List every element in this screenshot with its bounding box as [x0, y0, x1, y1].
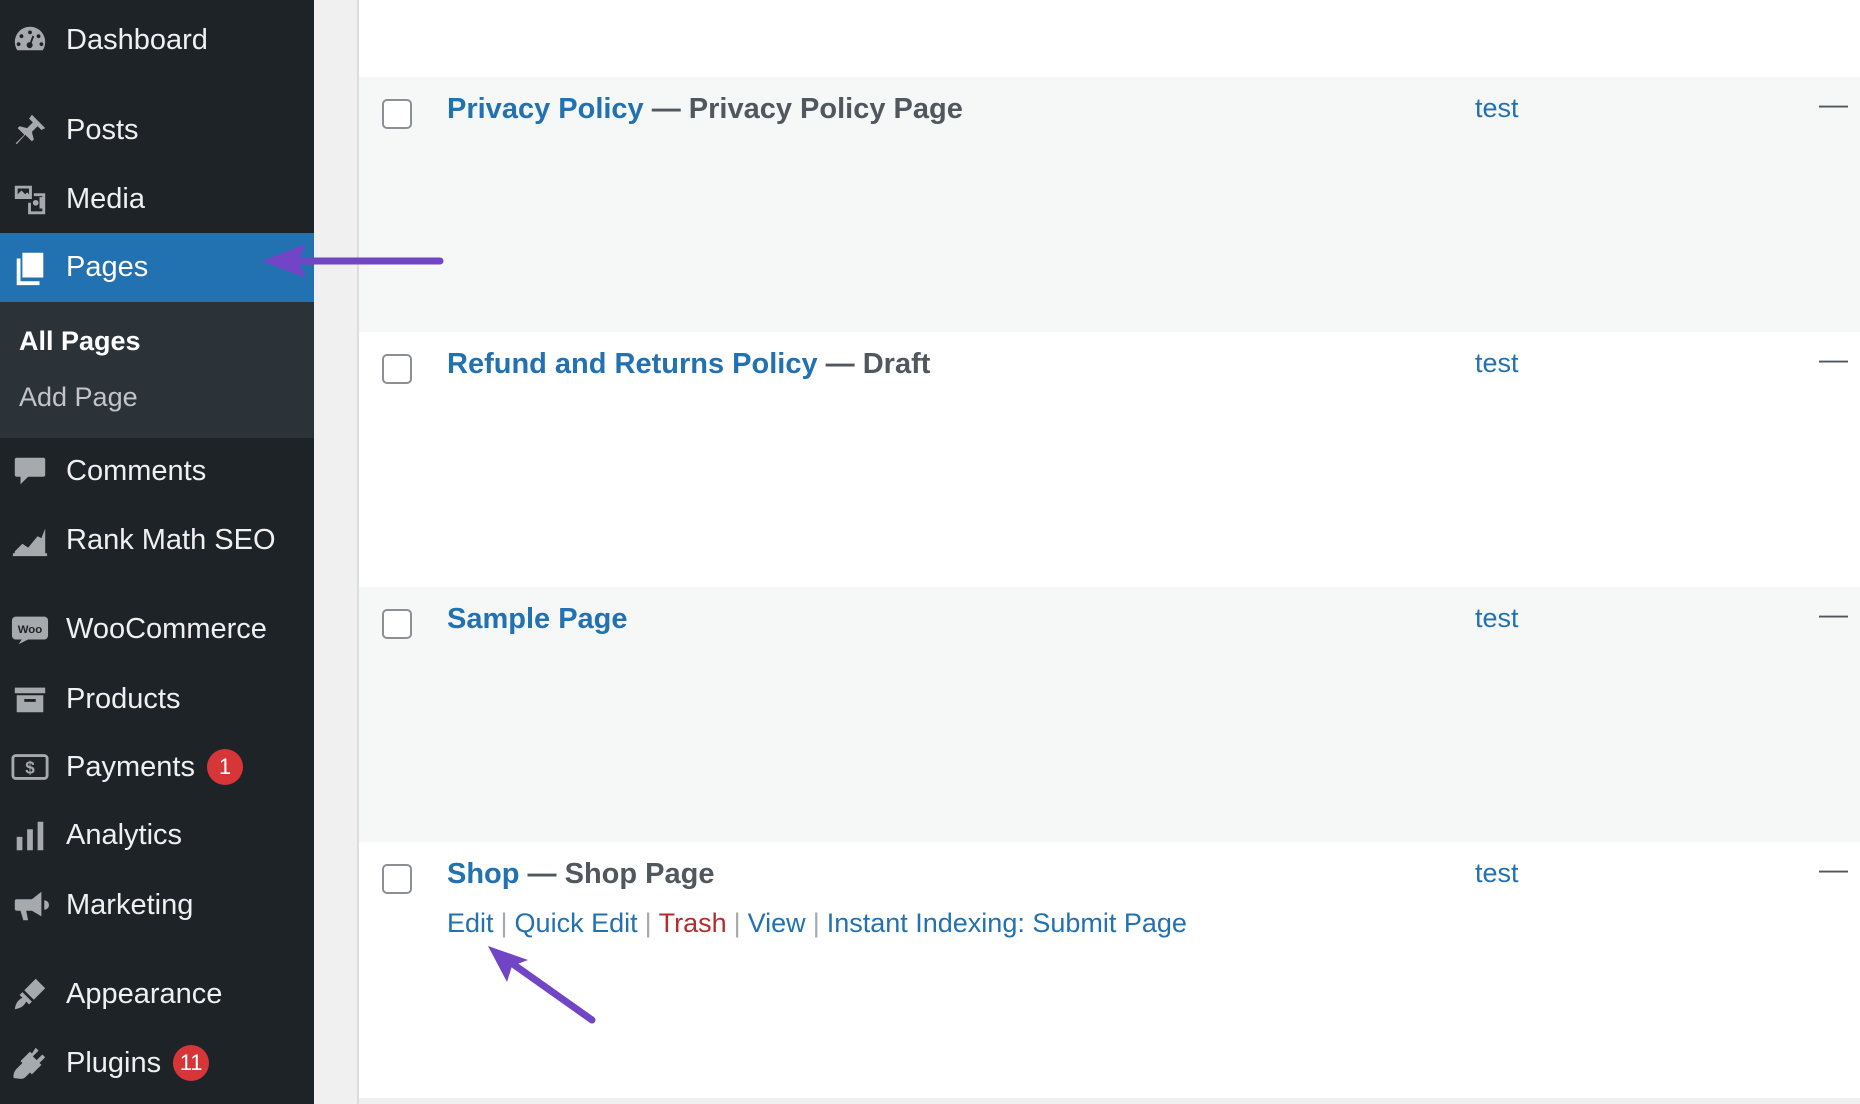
svg-text:$: $: [25, 759, 35, 778]
menu-item-dashboard[interactable]: Dashboard: [0, 7, 314, 73]
menu-label: Appearance: [66, 977, 223, 1010]
page-state: — Shop Page: [519, 858, 715, 890]
menu-item-plugins[interactable]: Plugins 11: [0, 1030, 314, 1096]
separator: |: [500, 908, 508, 938]
menu-item-rank-math-seo[interactable]: Rank Math SEO: [0, 507, 314, 573]
edit-link[interactable]: Edit: [447, 908, 494, 938]
page-title-link[interactable]: Shop: [447, 858, 520, 890]
woo-icon: Woo: [11, 610, 49, 648]
table-row: Privacy Policy — Privacy Policy Page tes…: [359, 77, 1860, 332]
menu-label: Products: [66, 682, 181, 715]
page-title: Refund and Returns Policy — Draft: [447, 348, 930, 381]
menu-item-comments[interactable]: Comments: [0, 438, 314, 504]
separator: |: [644, 908, 652, 938]
menu-label: Dashboard: [66, 23, 208, 56]
page-title: Privacy Policy — Privacy Policy Page: [447, 93, 963, 126]
page-title-link[interactable]: Privacy Policy: [447, 93, 644, 125]
megaphone-icon: [11, 886, 49, 924]
menu-label: Rank Math SEO: [66, 523, 276, 556]
menu-label: Pages: [66, 251, 149, 283]
separator: |: [812, 908, 820, 938]
menu-label: Analytics: [66, 818, 183, 851]
pin-icon: [11, 111, 49, 149]
date-cell: —: [1819, 89, 1848, 121]
date-cell: —: [1819, 854, 1848, 886]
view-link[interactable]: View: [748, 908, 806, 938]
menu-item-products[interactable]: Products: [0, 666, 314, 732]
page-title-link[interactable]: Refund and Returns Policy: [447, 348, 818, 380]
author-link[interactable]: test: [1475, 348, 1519, 379]
quick-edit-link[interactable]: Quick Edit: [515, 908, 638, 938]
media-icon: [11, 180, 49, 218]
author-link[interactable]: test: [1475, 93, 1519, 124]
page-title-link[interactable]: Sample Page: [447, 603, 628, 635]
row-select-checkbox[interactable]: [382, 609, 412, 639]
menu-item-analytics[interactable]: Analytics: [0, 802, 314, 868]
page-title: Sample Page: [447, 603, 628, 636]
row-select-checkbox[interactable]: [382, 354, 412, 384]
date-cell: —: [1819, 599, 1848, 631]
paintbrush-icon: [11, 975, 49, 1013]
menu-item-payments[interactable]: $ Payments 1: [0, 734, 314, 800]
admin-sidebar: Dashboard Posts Media Pages All Pages Ad…: [0, 0, 314, 1104]
menu-label: Comments: [66, 454, 207, 487]
menu-item-marketing[interactable]: Marketing: [0, 872, 314, 938]
menu-item-pages[interactable]: Pages: [0, 233, 314, 302]
plugins-update-badge: 11: [173, 1045, 210, 1081]
submenu-all-pages[interactable]: All Pages: [19, 326, 141, 357]
svg-text:Woo: Woo: [18, 624, 43, 636]
instant-indexing-link[interactable]: Instant Indexing: Submit Page: [827, 908, 1187, 938]
table-row: Shop — Shop Page test — Edit | Quick Edit |…: [359, 842, 1860, 1098]
page-title: Shop — Shop Page: [447, 858, 714, 891]
page-state: — Privacy Policy Page: [643, 93, 963, 125]
menu-label: Payments: [66, 750, 195, 783]
menu-label: Marketing: [66, 888, 194, 921]
menu-item-woocommerce[interactable]: Woo WooCommerce: [0, 596, 314, 662]
row-select-checkbox[interactable]: [382, 864, 412, 894]
trash-link[interactable]: Trash: [659, 908, 727, 938]
payments-count-badge: 1: [206, 749, 243, 785]
menu-label: Posts: [66, 113, 139, 146]
menu-item-appearance[interactable]: Appearance: [0, 961, 314, 1027]
menu-item-posts[interactable]: Posts: [0, 97, 314, 163]
menu-item-media[interactable]: Media: [0, 166, 314, 232]
bar-chart-icon: [11, 816, 49, 854]
row-actions: Edit | Quick Edit | Trash | View | Instant Index…: [447, 908, 1187, 939]
menu-label: WooCommerce: [66, 612, 267, 645]
page-state: — Draft: [817, 348, 931, 380]
row-select-checkbox[interactable]: [382, 99, 412, 129]
submenu-add-page[interactable]: Add Page: [19, 382, 138, 413]
archive-box-icon: [11, 680, 49, 718]
author-link[interactable]: test: [1475, 603, 1519, 634]
dollar-icon: $: [11, 748, 49, 786]
table-row: Refund and Returns Policy — Draft test —: [359, 332, 1860, 587]
menu-label: Media: [66, 182, 145, 215]
pages-list-table: Privacy Policy — Privacy Policy Page tes…: [359, 0, 1860, 1104]
dashboard-icon: [11, 21, 49, 59]
menu-label: Plugins: [66, 1046, 162, 1079]
pages-submenu: All Pages Add Page: [0, 302, 314, 438]
date-cell: —: [1819, 344, 1848, 376]
table-row: Sample Page test —: [359, 587, 1860, 842]
comment-bubble-icon: [11, 452, 49, 490]
plug-icon: [11, 1044, 49, 1082]
pages-icon: [11, 249, 49, 287]
separator: |: [733, 908, 741, 938]
author-link[interactable]: test: [1475, 858, 1519, 889]
table-row-partial: [359, 0, 1860, 77]
rank-math-icon: [11, 521, 49, 559]
